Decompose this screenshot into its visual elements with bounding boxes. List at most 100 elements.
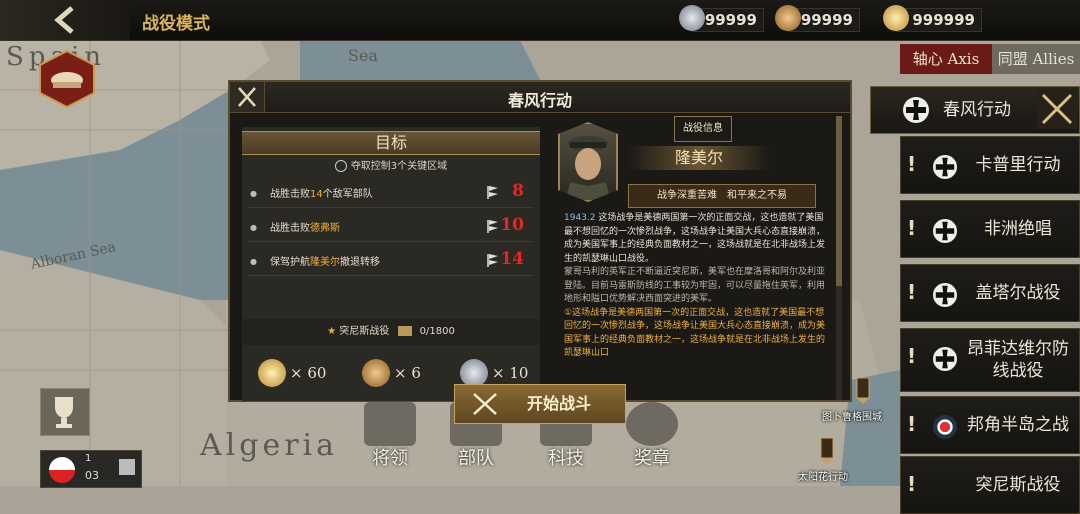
- map-label-sea: Sea: [348, 46, 378, 65]
- objective-value: 10: [500, 215, 524, 235]
- flag-icon: [487, 220, 498, 233]
- campaign-label: 邦角半岛之战: [967, 415, 1069, 435]
- tab-axis[interactable]: 轴心 Axis: [900, 44, 992, 74]
- officer-cap-icon: [364, 402, 416, 446]
- iron-cross-icon: [933, 155, 957, 179]
- trophy-button[interactable]: [40, 388, 90, 436]
- objective-text: 保驾护航隆美尔撤退转移: [270, 257, 380, 268]
- description-scrollbar[interactable]: [836, 116, 842, 400]
- objective-summary: 夺取控制3个关键区域: [242, 157, 540, 172]
- page-current: 1: [85, 453, 92, 464]
- objective-text: 战胜击败德弗斯: [270, 223, 340, 234]
- nav-label: 奖章: [634, 448, 670, 469]
- reward-count: × 60: [290, 364, 327, 382]
- iron-cross-icon: [903, 97, 929, 123]
- map-marker-icon[interactable]: [856, 378, 870, 404]
- back-button[interactable]: [0, 0, 130, 40]
- reward-count: × 10: [492, 364, 529, 382]
- start-battle-button[interactable]: 开始战斗: [454, 384, 626, 424]
- dialog-header: 春风行动: [230, 82, 850, 113]
- general-name: 隆美尔: [628, 146, 770, 170]
- reward-name: 突尼斯战役: [339, 326, 390, 337]
- iron-cross-icon: [933, 219, 957, 243]
- british-roundel-icon: [933, 415, 957, 439]
- save-icon[interactable]: [119, 459, 135, 475]
- campaign-item-selected[interactable]: 春风行动: [870, 86, 1080, 134]
- nav-label: 部队: [458, 448, 494, 469]
- map-city[interactable]: 太阳花行动: [798, 468, 848, 483]
- map-city[interactable]: 图卜鲁格围城: [822, 408, 882, 423]
- alert-mark: !: [907, 216, 917, 240]
- chest-icon: [398, 326, 413, 336]
- general-skill: 战争深重苦难 和平来之不易: [628, 184, 816, 208]
- campaign-label: 盖塔尔战役: [975, 283, 1061, 303]
- resource-silver: 99999: [679, 5, 764, 32]
- campaign-info-button[interactable]: 战役信息: [674, 116, 732, 142]
- back-arrow-icon: [54, 6, 74, 34]
- desc-paragraph-1: 1943.2 这场战争是美德两国第一次的正面交战，这也造就了美国最不想回忆的一次…: [564, 213, 826, 264]
- objective-row: ● 保驾护航隆美尔撤退转移 14: [248, 247, 534, 276]
- campaign-description[interactable]: 1943.2 这场战争是美德两国第一次的正面交战，这也造就了美国最不想回忆的一次…: [564, 212, 832, 361]
- bullet-icon: ●: [250, 257, 257, 266]
- objective-row: ● 战胜击败德弗斯 10: [248, 213, 534, 242]
- nav-medals[interactable]: 奖章: [622, 400, 682, 470]
- map-label-algeria: Algeria: [200, 428, 339, 463]
- silver-medal-icon: [460, 359, 488, 387]
- scrollbar-thumb[interactable]: [836, 116, 842, 286]
- gold-star-medal-icon: [258, 359, 286, 387]
- nav-label: 将领: [372, 448, 408, 469]
- resource-bronze: 99999: [775, 5, 860, 32]
- resource-bronze-value: 99999: [800, 11, 853, 29]
- start-battle-label: 开始战斗: [527, 394, 592, 413]
- nav-generals[interactable]: 将领: [360, 400, 420, 470]
- desc-paragraph-2: 蒙哥马利的英军正不断逼近突尼斯，美军也在摩洛哥和阿尔及利亚登陆。目前马雷斯防线的…: [564, 267, 826, 304]
- campaign-item[interactable]: ! 昂菲达维尔防线战役: [900, 328, 1080, 392]
- resource-gold-value: 999999: [912, 11, 975, 29]
- tab-allies[interactable]: 同盟 Allies: [992, 44, 1080, 74]
- nav-label: 科技: [548, 448, 584, 469]
- medal-icon: [626, 402, 678, 446]
- campaign-label: 突尼斯战役: [975, 475, 1061, 495]
- silver-medal-icon: [679, 5, 705, 31]
- alert-mark: !: [907, 412, 917, 436]
- objective-value: 14: [500, 249, 524, 269]
- objective-row: ● 战胜击败14个敌军部队 8: [248, 179, 534, 208]
- campaign-dialog: 春风行动 目标 夺取控制3个关键区域 ● 战胜击败14个敌军部队 8 ● 战胜击…: [228, 80, 852, 402]
- iron-cross-icon: [933, 283, 957, 307]
- resource-gold: 999999: [883, 5, 982, 32]
- general-portrait[interactable]: [558, 122, 618, 202]
- objective-summary-text: 夺取控制3个关键区域: [350, 161, 448, 172]
- flag-icon: [487, 186, 498, 199]
- campaign-item[interactable]: ! 邦角半岛之战: [900, 396, 1080, 454]
- gold-star-medal-icon: [883, 5, 909, 31]
- campaign-label: 昂菲达维尔防线战役: [967, 339, 1069, 381]
- general-avatar-icon: [566, 136, 610, 200]
- alert-mark: !: [907, 152, 917, 176]
- campaign-item[interactable]: ! 非洲绝唱: [900, 200, 1080, 258]
- campaign-label: 非洲绝唱: [984, 219, 1052, 239]
- campaign-item[interactable]: ! 卡普里行动: [900, 136, 1080, 194]
- reward-progress: ★ 突尼斯战役 0/1800: [242, 319, 540, 345]
- alert-mark: !: [907, 344, 917, 368]
- star-icon: ★: [327, 326, 337, 337]
- campaign-item[interactable]: ! 突尼斯战役: [900, 456, 1080, 514]
- objective-value: 8: [512, 181, 524, 201]
- faction-emblem-icon[interactable]: [38, 50, 96, 108]
- alert-mark: !: [907, 280, 917, 304]
- bullet-icon: ●: [250, 189, 257, 198]
- campaign-item[interactable]: ! 盖塔尔战役: [900, 264, 1080, 322]
- page-indicator: 1 03: [40, 450, 142, 488]
- crossed-swords-icon: [1037, 89, 1077, 129]
- reward-progress-value: 0/1800: [419, 326, 455, 337]
- reward-count: × 6: [394, 364, 421, 382]
- flag-icon: [487, 254, 498, 267]
- desc-paragraph-3: ①这场战争是美德两国第一次的正面交战，这也造就了美国最不想回忆的一次惨烈战争，这…: [564, 307, 826, 359]
- resource-silver-value: 99999: [704, 11, 757, 29]
- trophy-icon: [55, 397, 73, 428]
- iron-cross-icon: [933, 347, 957, 371]
- map-marker-icon[interactable]: [820, 438, 834, 464]
- alert-mark: !: [907, 472, 917, 496]
- target-icon: [334, 160, 347, 172]
- objectives-panel: 目标 夺取控制3个关键区域 ● 战胜击败14个敌军部队 8 ● 战胜击败德弗斯 …: [242, 127, 540, 401]
- poland-flag-icon: [49, 457, 75, 483]
